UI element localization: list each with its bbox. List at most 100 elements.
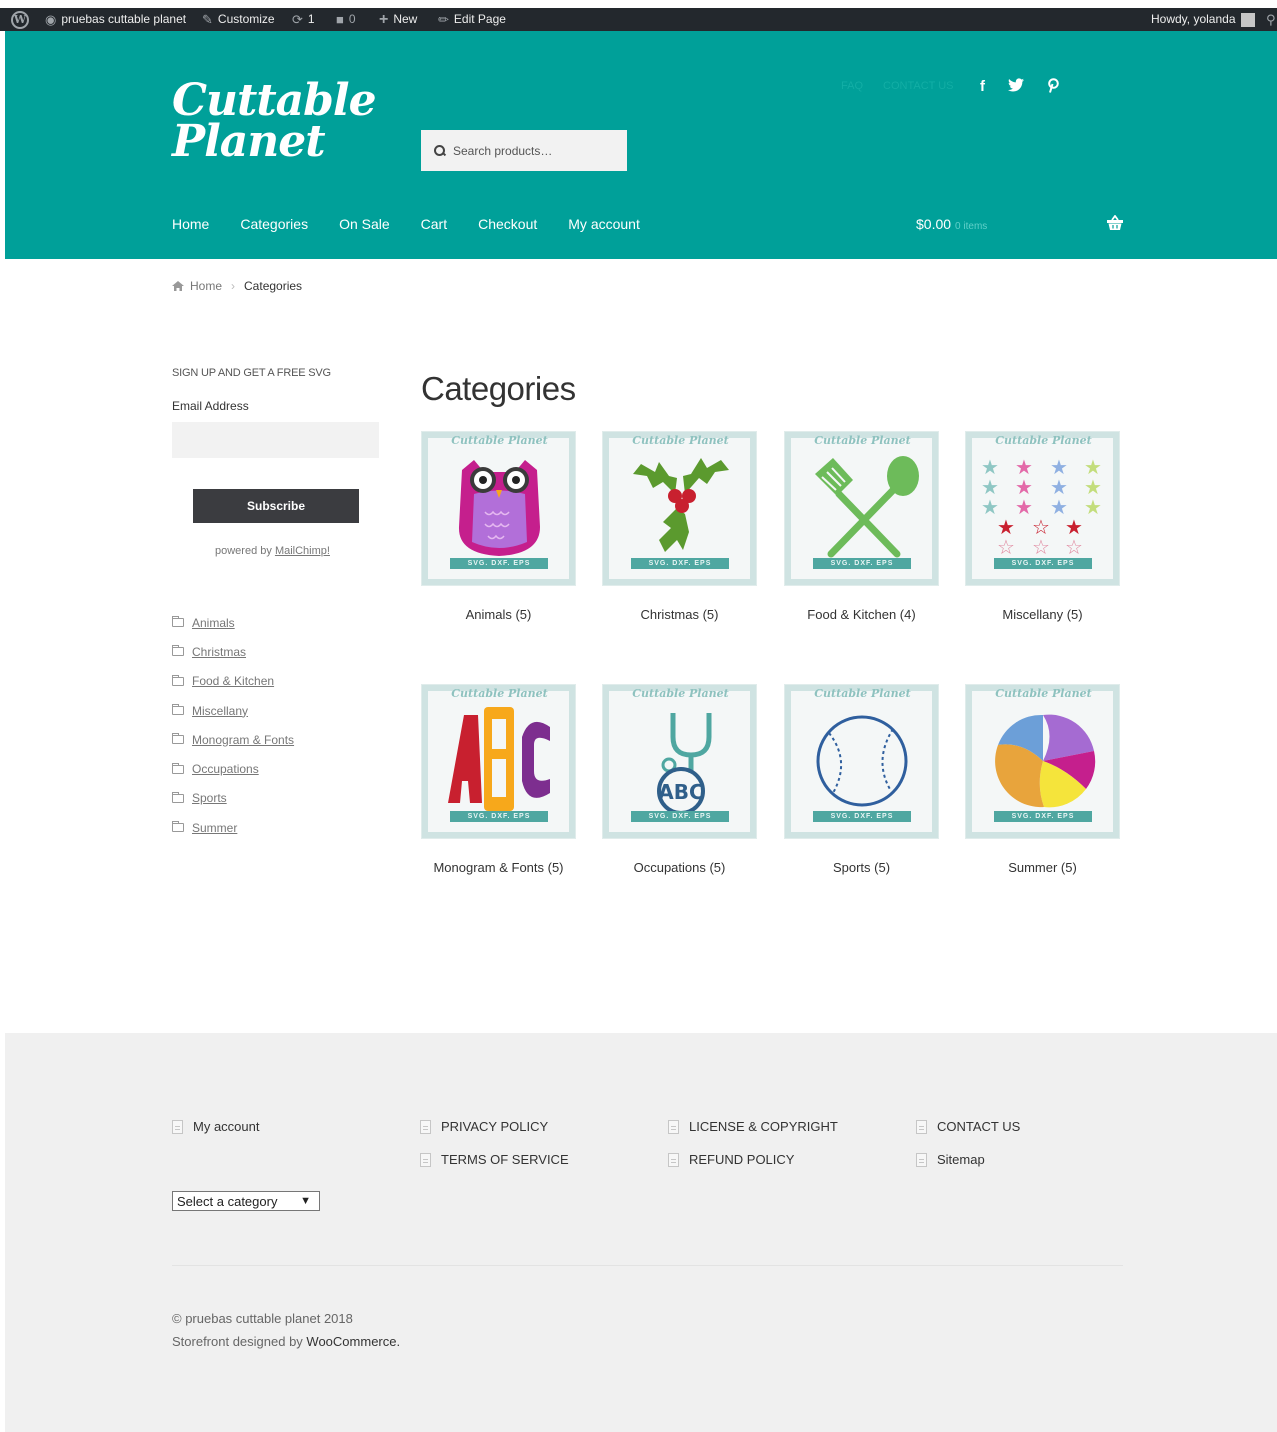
new-content-link[interactable]: + New (379, 8, 417, 31)
category-caption-monogram-fonts[interactable]: Monogram & Fonts (5) (421, 860, 576, 875)
email-field[interactable] (172, 422, 379, 458)
twitter-icon[interactable] (1008, 78, 1024, 97)
site-logo[interactable]: Cuttable Planet (172, 79, 377, 164)
nav-checkout[interactable]: Checkout (478, 216, 537, 232)
site-footer (5, 1033, 1277, 1432)
category-caption-sports[interactable]: Sports (5) (784, 860, 939, 875)
category-tile-occupations[interactable]: Cuttable Planet ABC SVG. DXF. EPS (602, 684, 757, 839)
admin-search-icon[interactable]: ⚲ (1266, 8, 1276, 31)
facebook-icon[interactable]: f (980, 78, 985, 97)
product-search (421, 130, 627, 171)
footer-link-refund-policy[interactable]: REFUND POLICY (668, 1152, 794, 1167)
category-link-food-kitchen[interactable]: Food & Kitchen (192, 674, 274, 688)
category-caption-summer[interactable]: Summer (5) (965, 860, 1120, 875)
category-tile-monogram-fonts[interactable]: Cuttable Planet SVG. DXF. EPS (421, 684, 576, 839)
signup-title: SIGN UP AND GET A FREE SVG (172, 367, 331, 379)
site-name-link[interactable]: ◉ pruebas cuttable planet (45, 8, 186, 31)
category-tile-miscellany[interactable]: Cuttable Planet ★ ★ ★ ★ ★ ★ ★ ★ ★ ★ ★ ★ ★ ☆ ★ ☆ ☆ ☆ S… (965, 431, 1120, 586)
list-item: Miscellany (172, 696, 294, 725)
svg-text:☆: ☆ (1032, 535, 1050, 559)
basket-icon[interactable] (1106, 214, 1124, 231)
page-icon (420, 1152, 431, 1167)
category-link-miscellany[interactable]: Miscellany (192, 704, 248, 718)
folder-icon (172, 733, 184, 745)
category-list: Animals Christmas Food & Kitchen Miscell… (172, 608, 294, 842)
page-icon (172, 1119, 183, 1134)
mailchimp-link[interactable]: MailChimp! (275, 545, 330, 557)
social-links: f (980, 78, 1059, 97)
category-link-occupations[interactable]: Occupations (192, 762, 259, 776)
subscribe-button[interactable]: Subscribe (193, 489, 359, 523)
category-caption-animals[interactable]: Animals (5) (421, 607, 576, 622)
folder-icon (172, 762, 184, 774)
account-menu[interactable]: Howdy, yolanda (1151, 8, 1255, 31)
customize-link[interactable]: ✎ Customize (202, 8, 275, 31)
secondary-nav-contact[interactable]: CONTACT US (883, 80, 954, 92)
email-label: Email Address (172, 399, 249, 413)
category-select[interactable]: Select a category ▼ (172, 1191, 320, 1211)
category-tile-sports[interactable]: Cuttable Planet SVG. DXF. EPS (784, 684, 939, 839)
header-cart[interactable]: $0.00 0 items (916, 216, 987, 232)
secondary-nav-faq[interactable]: FAQ (841, 80, 863, 92)
designed-by: Storefront designed by WooCommerce. (172, 1334, 401, 1349)
nav-categories[interactable]: Categories (240, 216, 308, 232)
category-link-sports[interactable]: Sports (192, 791, 227, 805)
page-icon (668, 1152, 679, 1167)
breadcrumb-home[interactable]: Home (190, 279, 222, 293)
comments-link[interactable]: ■ 0 (336, 8, 356, 31)
category-link-christmas[interactable]: Christmas (192, 645, 246, 659)
category-link-summer[interactable]: Summer (192, 821, 237, 835)
footer-link-contact-us[interactable]: CONTACT US (916, 1119, 1020, 1134)
edit-page-link[interactable]: ✏ Edit Page (438, 8, 506, 31)
cart-total: $0.00 (916, 216, 952, 232)
nav-on-sale[interactable]: On Sale (339, 216, 390, 232)
cart-item-count: 0 items (955, 221, 988, 232)
folder-icon (172, 645, 184, 657)
category-caption-miscellany[interactable]: Miscellany (5) (965, 607, 1120, 622)
category-link-monogram-fonts[interactable]: Monogram & Fonts (192, 733, 294, 747)
pinterest-icon[interactable] (1047, 78, 1059, 97)
search-input[interactable] (453, 143, 603, 158)
brush-icon: ✎ (202, 12, 213, 27)
nav-my-account[interactable]: My account (568, 216, 640, 232)
list-item: Christmas (172, 637, 294, 666)
footer-link-my-account[interactable]: My account (172, 1119, 259, 1134)
footer-link-sitemap[interactable]: Sitemap (916, 1152, 985, 1167)
list-item: Summer (172, 813, 294, 842)
breadcrumb: Home › Categories (172, 279, 302, 293)
category-tile-christmas[interactable]: Cuttable Planet SVG. DXF. EPS (602, 431, 757, 586)
svg-text:☆: ☆ (1065, 535, 1083, 559)
folder-icon (172, 674, 184, 686)
dashboard-icon: ◉ (45, 12, 57, 27)
plus-icon: + (379, 11, 389, 28)
footer-link-privacy-policy[interactable]: PRIVACY POLICY (420, 1119, 548, 1134)
folder-icon (172, 616, 184, 628)
category-tile-animals[interactable]: Cuttable Planet SVG. DXF. EPS (421, 431, 576, 586)
footer-divider (172, 1265, 1123, 1266)
updates-link[interactable]: ⟳ 1 (292, 8, 315, 31)
wordpress-logo-icon[interactable]: W (11, 8, 29, 31)
list-item: Occupations (172, 754, 294, 783)
nav-cart[interactable]: Cart (421, 216, 447, 232)
footer-link-license-copyright[interactable]: LICENSE & COPYRIGHT (668, 1119, 838, 1134)
woocommerce-link[interactable]: WooCommerce. (306, 1334, 400, 1349)
category-tile-food-kitchen[interactable]: Cuttable Planet SVG. DXF. EPS (784, 431, 939, 586)
list-item: Sports (172, 784, 294, 813)
avatar (1240, 12, 1255, 27)
secondary-nav: FAQ CONTACT US (841, 80, 954, 92)
category-tile-summer[interactable]: Cuttable Planet SVG. DXF. EPS (965, 684, 1120, 839)
category-caption-food-kitchen[interactable]: Food & Kitchen (4) (784, 607, 939, 622)
powered-by: powered by MailChimp! (215, 545, 330, 557)
admin-bar: W ◉ pruebas cuttable planet ✎ Customize … (0, 8, 1277, 31)
nav-home[interactable]: Home (172, 216, 209, 232)
category-caption-christmas[interactable]: Christmas (5) (602, 607, 757, 622)
category-link-animals[interactable]: Animals (192, 616, 235, 630)
folder-icon (172, 821, 184, 833)
category-caption-occupations[interactable]: Occupations (5) (602, 860, 757, 875)
page-icon (916, 1152, 927, 1167)
footer-link-terms-of-service[interactable]: TERMS OF SERVICE (420, 1152, 569, 1167)
page-icon (916, 1119, 927, 1134)
svg-text:★: ★ (1084, 495, 1102, 519)
pencil-icon: ✏ (438, 12, 449, 27)
home-icon (172, 281, 184, 291)
